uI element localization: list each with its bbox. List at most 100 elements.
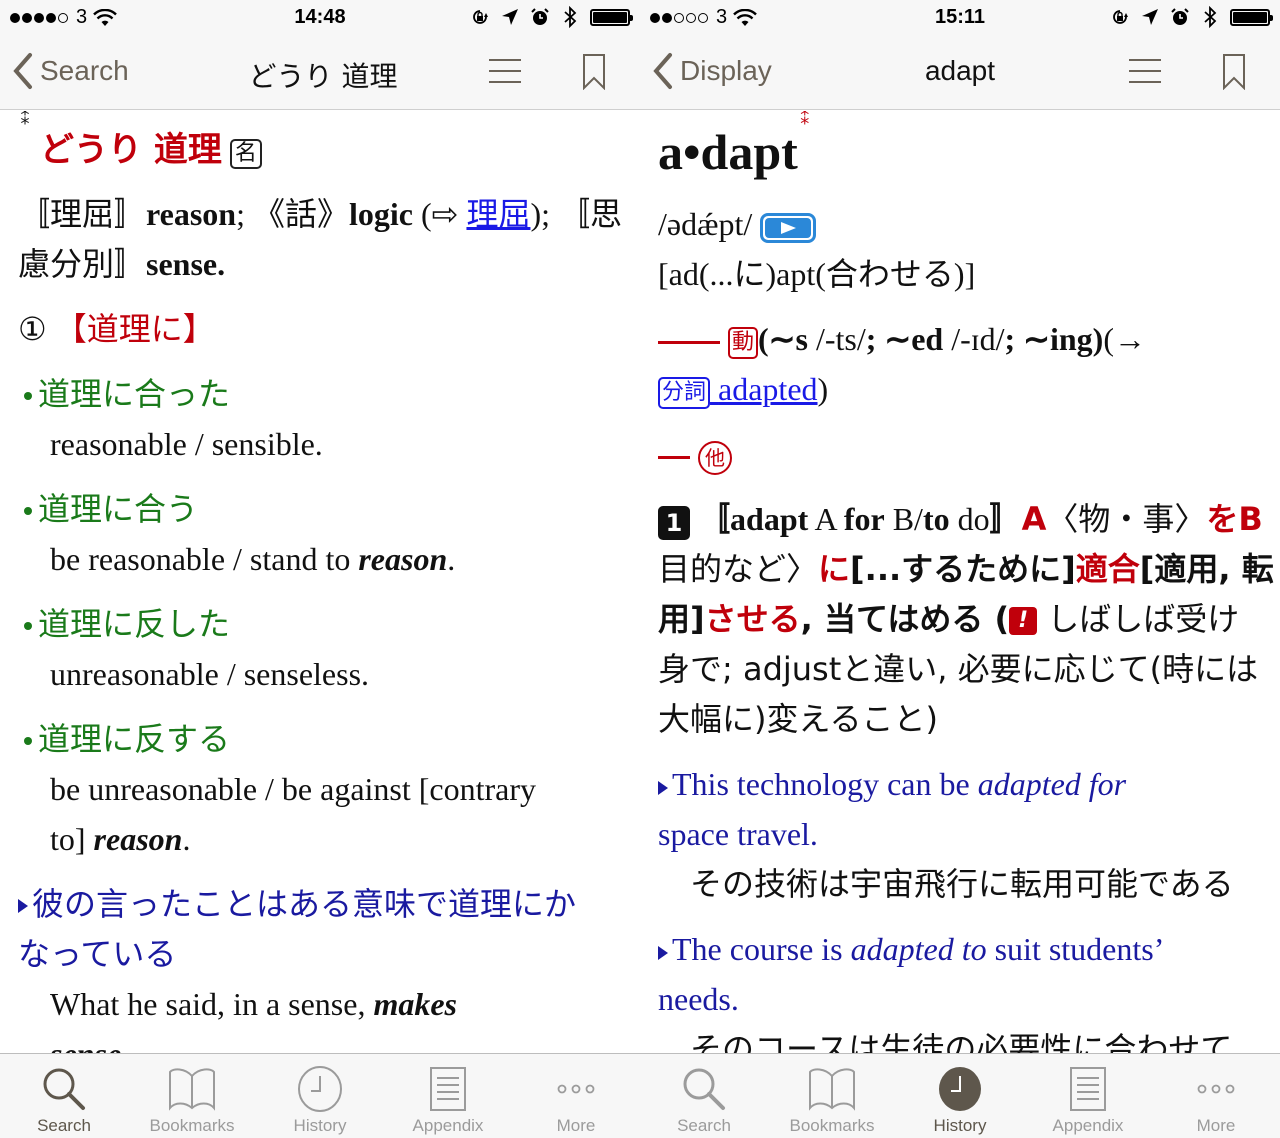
tab-bookmarks[interactable]: Bookmarks: [128, 1054, 256, 1138]
translation-text: unreasonable / senseless.: [50, 656, 370, 692]
sense-number: ①: [18, 310, 47, 348]
translation: reason: [146, 196, 237, 232]
tab-appendix[interactable]: Appendix: [1024, 1054, 1152, 1138]
def-particle: に: [818, 550, 851, 588]
screen-right-adapt: 3 15:11 Display adapt a•dapt⁑ /ədǽpt/ [a…: [640, 0, 1280, 1138]
def-text: [...するために]: [850, 550, 1076, 588]
part-of-speech-divider: [658, 341, 720, 345]
entry-content: a•dapt⁑ /ədǽpt/ [ad(...に)apt(合わせる)] 動 (∼s…: [640, 111, 1280, 1053]
bullet-icon: [24, 622, 32, 630]
phrase-translation: be reasonable / stand to reason.: [18, 534, 622, 584]
back-button-label: Display: [680, 55, 772, 86]
separator: ;: [236, 196, 245, 232]
bookmark-icon[interactable]: [1222, 54, 1246, 90]
def-var: A: [1021, 500, 1047, 538]
alarm-icon: [530, 7, 550, 27]
def-key: させる: [704, 600, 801, 638]
arrow: (→: [1103, 321, 1146, 357]
frequency-star-icon: ⁑: [20, 111, 30, 128]
chevron-left-icon: [653, 53, 672, 89]
example-en-emphasis: adapted for: [977, 766, 1127, 802]
pattern-word: for: [843, 501, 885, 537]
inflection: ; ∼ing): [1004, 321, 1104, 357]
example-jp-translation: そのコースは生徒の必要性に合わせて: [690, 1030, 1233, 1053]
example-triangle-icon: [658, 780, 668, 795]
menu-icon[interactable]: [488, 56, 522, 86]
phrase-list: 道理に合った reasonable / sensible. 道理に合う be reas…: [18, 369, 622, 864]
tab-more[interactable]: More: [512, 1054, 640, 1138]
translation-emphasis: reason: [93, 821, 183, 857]
usage-note: 身で; adjustと違い, 必要に応じて(時には: [658, 650, 1259, 688]
back-button[interactable]: Search: [12, 52, 129, 90]
rotation-lock-icon: [470, 7, 490, 27]
domain-label: 〚理屈〛: [18, 195, 147, 233]
example-en: space travel.: [658, 816, 818, 852]
usage-note-icon: !: [1009, 607, 1038, 635]
audio-play-button[interactable]: [760, 212, 817, 243]
tab-label: Search: [677, 1116, 731, 1135]
tab-search[interactable]: Search: [0, 1054, 128, 1138]
transitive-tag: 他: [698, 440, 732, 475]
tab-history[interactable]: History: [256, 1054, 384, 1138]
paren: ): [817, 371, 829, 407]
sense-line: 1 〚adapt A for B/to do〛A〈物・事〉をB〈: [658, 494, 1280, 544]
def-note: 〈物・事〉: [1046, 500, 1207, 538]
pronunciation-line: /ədǽpt/: [658, 199, 1262, 249]
definition-line: 用]させる, 当てはめる (! しばしば受け: [658, 594, 1262, 644]
example-jp: なっている: [18, 935, 177, 973]
bullet-icon: [24, 507, 32, 515]
paren: (⇨: [412, 196, 467, 232]
tab-label: More: [1196, 1116, 1236, 1135]
translation: sense.: [146, 246, 226, 282]
tab-more[interactable]: More: [1152, 1054, 1280, 1138]
transitive-line: 他: [658, 429, 1262, 479]
headword-line: ⁑ どうり 道理 名: [18, 111, 622, 189]
usage-note: しばしば受け: [1037, 600, 1240, 638]
tab-label: Search: [37, 1116, 91, 1135]
tab-label: Appendix: [412, 1116, 484, 1135]
translation-text: to]: [50, 821, 94, 857]
cross-reference-link[interactable]: 理屈: [466, 195, 530, 233]
rotation-lock-icon: [1110, 7, 1130, 27]
sense-heading: ① 【道理に】: [18, 304, 622, 354]
example-en-text: The course is: [672, 931, 851, 967]
tab-bookmarks[interactable]: Bookmarks: [768, 1054, 896, 1138]
back-button[interactable]: Display: [652, 52, 772, 90]
inflection: ; ∼ed: [865, 321, 952, 357]
example-en-emphasis: adapted to: [850, 931, 987, 967]
example-jp: 彼の言ったことはある意味で道理にか: [18, 879, 622, 929]
navigation-bar: Display adapt: [640, 38, 1280, 110]
def-var: B: [1238, 500, 1263, 538]
alarm-icon: [1170, 7, 1190, 27]
paren: );: [530, 196, 559, 232]
example-en-text: What he said, in a sense,: [50, 986, 374, 1022]
screen-left-doori: 3 14:48 Search どうり 道理 ⁑ どうり 道理 名 〚理屈〛rea…: [0, 0, 640, 1138]
pattern-word: to: [922, 501, 950, 537]
sense-number: 1: [658, 505, 690, 540]
frequency-star-icon: ⁑: [800, 111, 810, 128]
headword: どうり 道理: [40, 130, 222, 170]
phrase-translation: unreasonable / senseless.: [18, 649, 622, 699]
headword-line: a•dapt⁑: [658, 111, 1262, 199]
translation-text: be unreasonable / be against [contrary: [50, 771, 537, 807]
phrase-translation: be unreasonable / be against [contrary: [18, 764, 622, 814]
pattern-word: adapt: [730, 501, 809, 537]
bluetooth-icon: [1200, 6, 1220, 28]
inflection-pron: /-ts/: [815, 321, 866, 357]
menu-icon[interactable]: [1128, 56, 1162, 86]
chevron-left-icon: [13, 53, 32, 89]
def-text: , 当てはめる (: [800, 600, 1010, 638]
battery-icon: [1230, 8, 1273, 26]
tab-appendix[interactable]: Appendix: [384, 1054, 512, 1138]
pattern-var: A: [808, 501, 844, 537]
tab-search[interactable]: Search: [640, 1054, 768, 1138]
headword: a•dapt: [658, 124, 798, 180]
definition-line: 〚理屈〛reason; 《話》logic (⇨ 理屈); 〚思: [18, 189, 622, 239]
tab-label: Bookmarks: [149, 1116, 235, 1135]
tab-history[interactable]: History: [896, 1054, 1024, 1138]
participle-link[interactable]: 分詞 adapted: [658, 371, 818, 409]
def-particle: を: [1206, 500, 1239, 538]
bookmark-icon[interactable]: [582, 54, 606, 90]
battery-icon: [590, 8, 633, 26]
translation-text: .: [447, 541, 456, 577]
